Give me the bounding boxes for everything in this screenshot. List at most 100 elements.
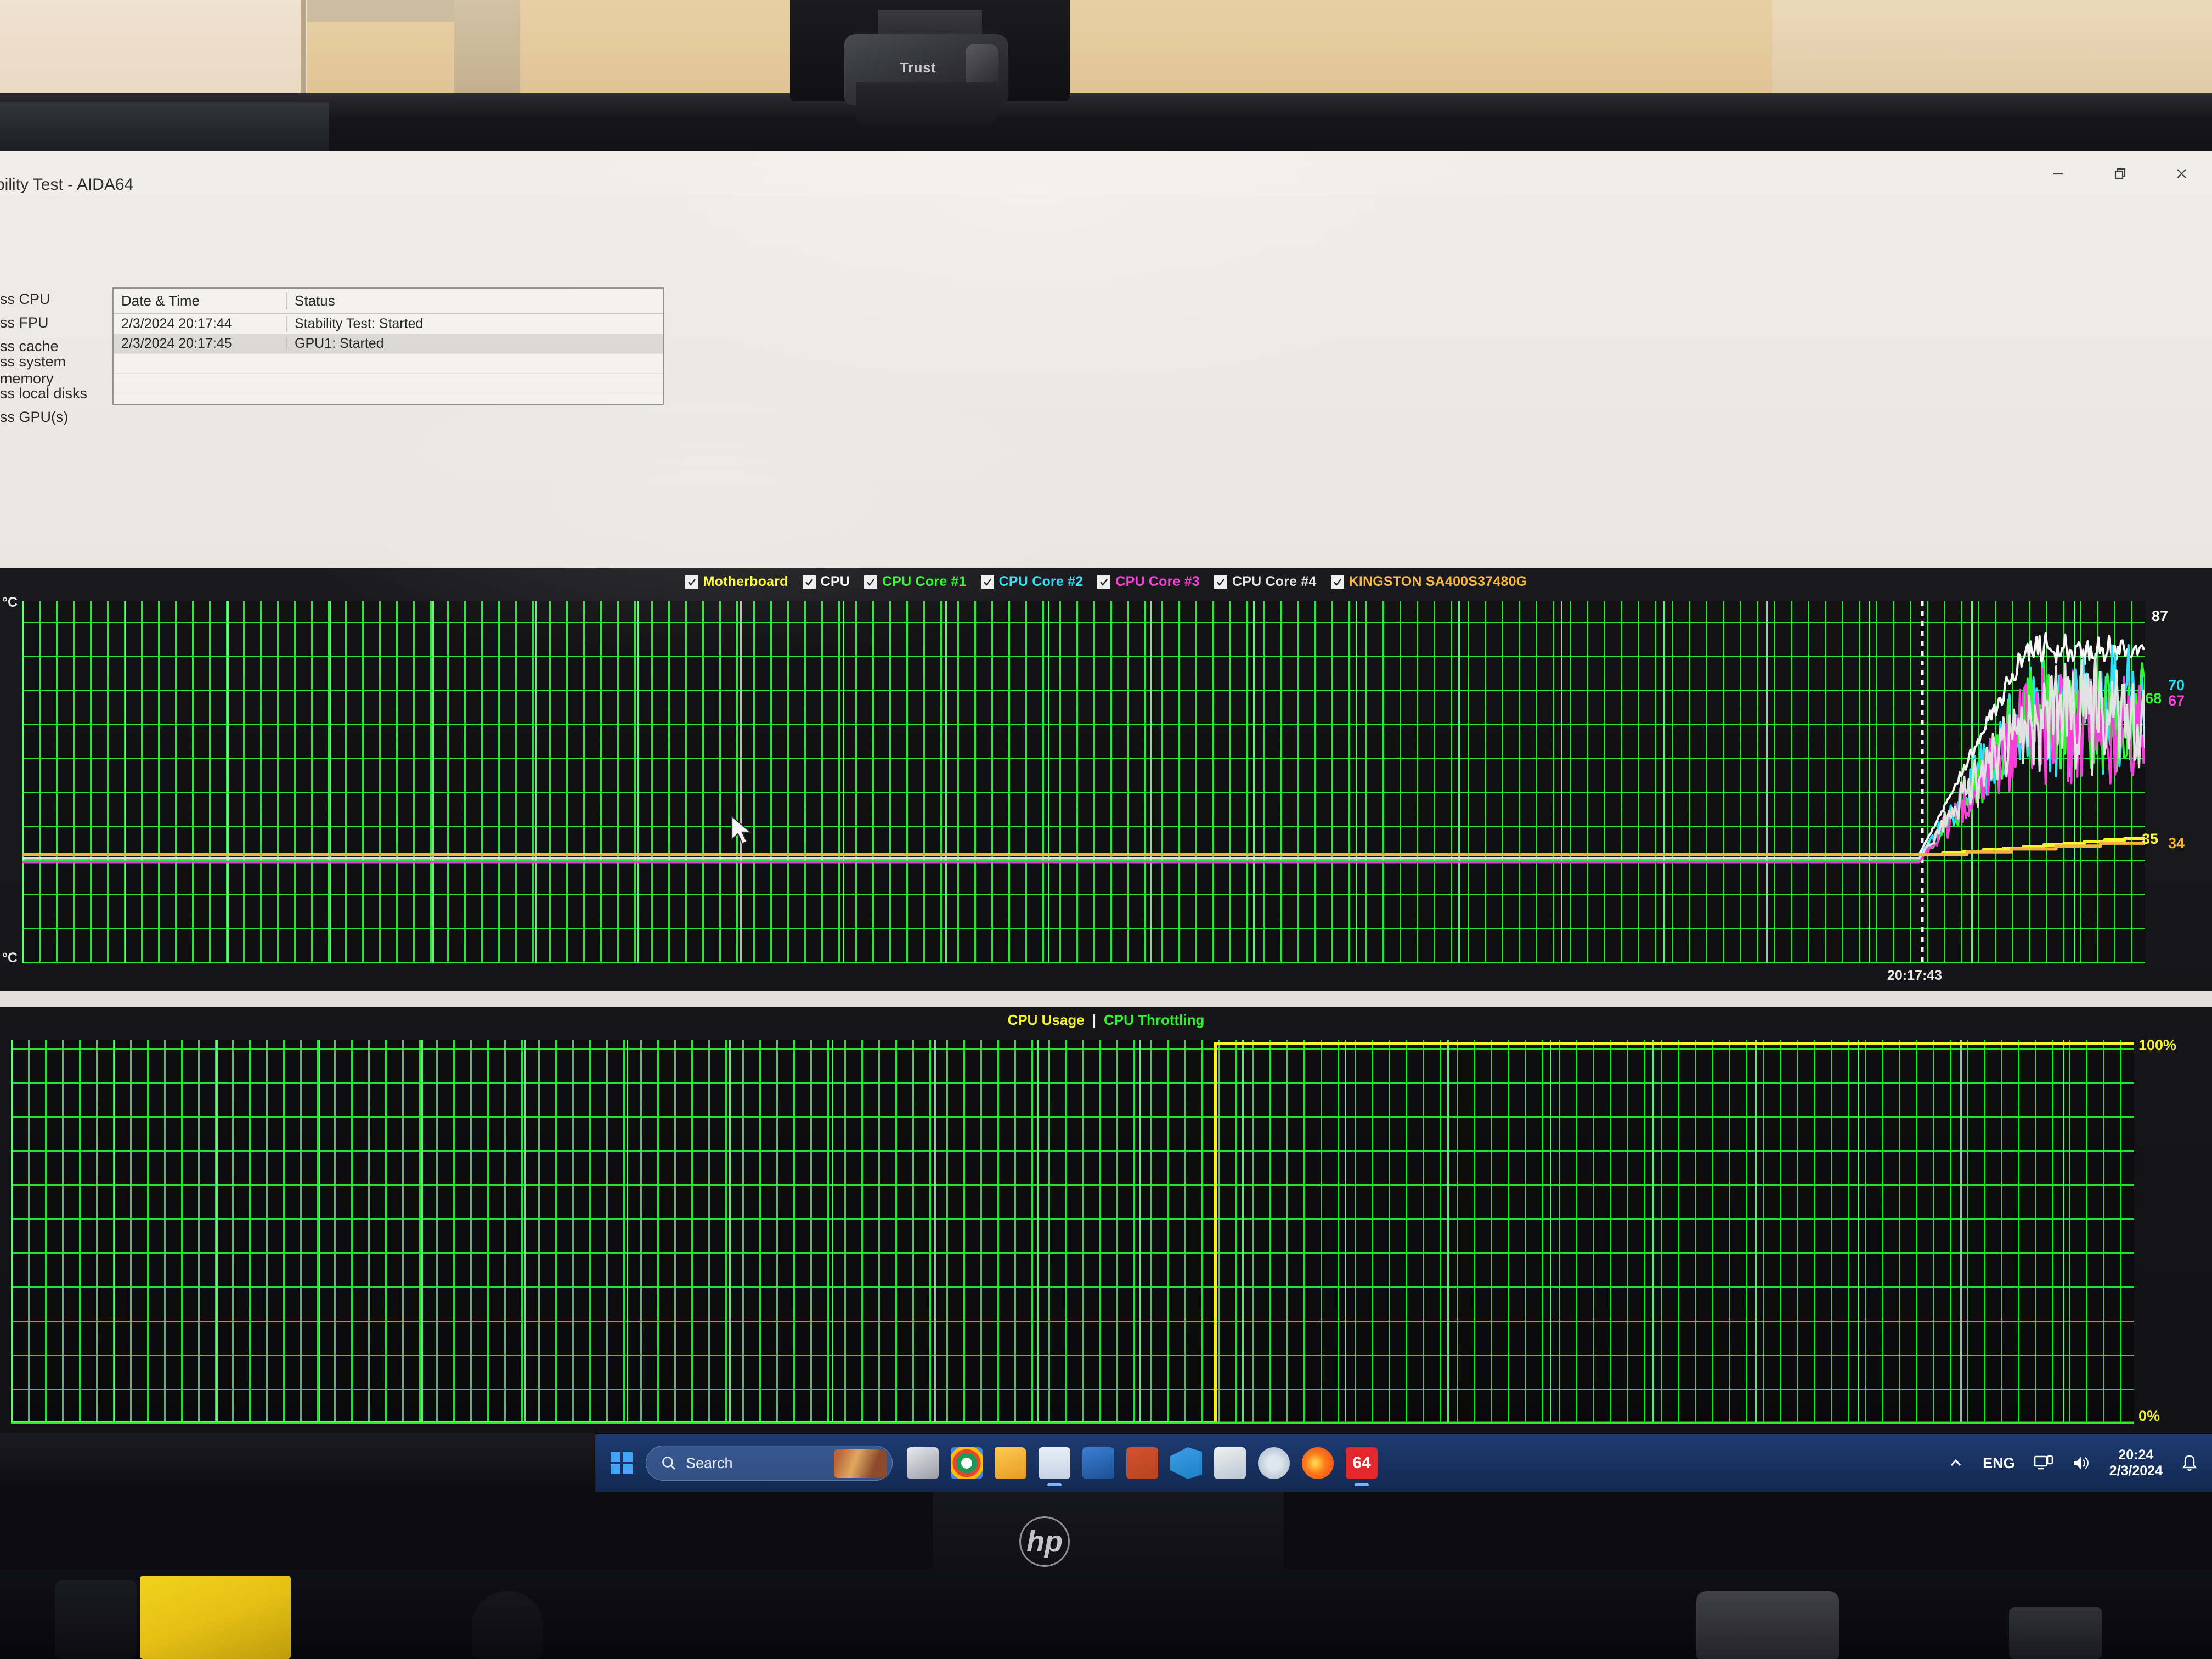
legend-label: CPU xyxy=(820,574,850,589)
cpu-usage-series-svg xyxy=(11,1042,2134,1424)
value-label-cpu: 87 xyxy=(2152,608,2169,624)
language-indicator[interactable]: ENG xyxy=(1983,1455,2015,1472)
minimize-icon[interactable] xyxy=(2028,151,2089,195)
desk-object-cable-left xyxy=(55,1580,137,1659)
legend-label: CPU Core #4 xyxy=(1232,574,1317,589)
clock-date: 2/3/2024 xyxy=(2109,1463,2163,1479)
legend-item-kingston-ssd[interactable]: KINGSTON SA400S37480G xyxy=(1330,574,1527,590)
restore-icon[interactable] xyxy=(2089,151,2151,195)
value-label-kingston: 34 xyxy=(2168,835,2185,851)
checkbox-checked-icon[interactable] xyxy=(1097,575,1111,589)
checkbox-checked-icon[interactable] xyxy=(980,575,994,589)
legend-item-cpu-core-4[interactable]: CPU Core #4 xyxy=(1214,574,1317,590)
taskbar-clock[interactable]: 20:24 2/3/2024 xyxy=(2109,1447,2163,1480)
powershell-icon[interactable] xyxy=(1082,1447,1114,1479)
cell-status: Stability Test: Started xyxy=(286,315,663,332)
firefox-icon[interactable] xyxy=(1302,1447,1334,1479)
temp-axis-label-bottom: °C xyxy=(2,950,18,966)
desk-object-yellow-item xyxy=(140,1576,291,1659)
legend-separator: | xyxy=(1092,1012,1096,1028)
temperature-plot-area[interactable] xyxy=(22,601,2145,963)
network-monitor-icon[interactable] xyxy=(2034,1454,2053,1472)
system-tray: ENG 20:24 2/3/2024 xyxy=(1948,1447,2212,1480)
cpu-usage-line xyxy=(11,1042,2134,1424)
volume-icon[interactable] xyxy=(2072,1455,2091,1471)
column-header-status: Status xyxy=(286,292,663,309)
webcam-base xyxy=(856,82,997,126)
sidebar-item-label: ss FPU xyxy=(0,314,49,331)
sidebar-item-label: ss CPU xyxy=(0,291,50,307)
chrome-icon[interactable] xyxy=(951,1447,983,1479)
aida64-icon[interactable]: 64 xyxy=(1346,1447,1378,1479)
file-explorer-icon[interactable] xyxy=(995,1447,1026,1479)
wall-fixture xyxy=(454,0,520,101)
table-row[interactable]: 2/3/2024 20:17:45 GPU1: Started xyxy=(114,334,663,353)
task-view-icon[interactable] xyxy=(907,1447,939,1479)
cpu-usage-graph-panel: CPU Usage | CPU Throttling 100% 0% xyxy=(0,1007,2212,1433)
legend-label-cpu-usage[interactable]: CPU Usage xyxy=(1008,1012,1085,1029)
checkbox-checked-icon[interactable] xyxy=(685,575,698,589)
taskbar-app-icons: 64 xyxy=(907,1447,1378,1479)
sidebar-item-system-memory[interactable]: ss system memory xyxy=(0,353,115,387)
cpu-axis-label-bottom: 0% xyxy=(2138,1408,2160,1424)
table-row[interactable]: 2/3/2024 20:17:44 Stability Test: Starte… xyxy=(114,314,663,334)
wall-shadow-upper xyxy=(307,0,461,22)
checkbox-checked-icon[interactable] xyxy=(1330,575,1344,589)
search-icon xyxy=(662,1457,675,1470)
legend-item-cpu-core-2[interactable]: CPU Core #2 xyxy=(980,574,1084,590)
search-placeholder: Search xyxy=(686,1454,733,1471)
sidebar-item-cpu[interactable]: ss CPU xyxy=(0,287,115,311)
desk-object-cable-mid xyxy=(472,1591,543,1659)
webcam-brand-logo: Trust xyxy=(900,59,936,76)
monitor-bottom-bezel-left xyxy=(0,1433,595,1493)
cpu-graph-legend: CPU Usage | CPU Throttling xyxy=(0,1012,2212,1029)
legend-label: CPU Core #2 xyxy=(998,574,1084,589)
cell-datetime: 2/3/2024 20:17:45 xyxy=(121,335,232,351)
table-empty-row xyxy=(114,393,663,413)
legend-item-cpu[interactable]: CPU xyxy=(802,574,850,590)
legend-item-motherboard[interactable]: Motherboard xyxy=(685,574,788,590)
window-titlebar: bility Test - AIDA64 xyxy=(0,151,2212,195)
search-thumbnail-image xyxy=(834,1449,887,1478)
table-empty-row xyxy=(114,373,663,393)
stress-options-sidebar: ss CPU ss FPU ss cache ss system memory … xyxy=(0,287,115,429)
temp-series-cpu-core-4 xyxy=(22,653,2145,860)
legend-label: CPU Core #3 xyxy=(1115,574,1200,589)
event-log-table: Date & Time Status 2/3/2024 20:17:44 Sta… xyxy=(112,287,664,405)
monitor-top-bezel-left xyxy=(0,102,329,159)
clock-time: 20:24 xyxy=(2118,1447,2154,1463)
taskbar-search-box[interactable]: Search xyxy=(646,1446,893,1481)
vscode-icon[interactable] xyxy=(1170,1447,1202,1479)
notification-bell-icon[interactable] xyxy=(2181,1454,2198,1472)
chevron-up-icon[interactable] xyxy=(1948,1455,1964,1471)
checkbox-checked-icon[interactable] xyxy=(802,575,816,589)
table-header-row: Date & Time Status xyxy=(114,289,663,314)
temperature-graph-panel: Motherboard CPU CPU Core #1 CPU Core #2 … xyxy=(0,568,2212,991)
value-label-core1: 68 xyxy=(2145,690,2162,707)
start-button-icon[interactable] xyxy=(607,1449,636,1477)
time-axis-label: 20:17:43 xyxy=(1887,968,1943,983)
cpu-axis-label-top: 100% xyxy=(2138,1037,2177,1053)
temp-series-kingston-sa400s37480g xyxy=(22,840,2145,856)
legend-item-cpu-core-3[interactable]: CPU Core #3 xyxy=(1097,574,1200,590)
taskbar-left-group: Search xyxy=(595,1446,893,1481)
sidebar-item-gpus[interactable]: ss GPU(s) xyxy=(0,405,115,429)
desk-object-right xyxy=(1696,1591,1839,1659)
temp-series-cpu-core-3 xyxy=(22,668,2145,864)
legend-label-cpu-throttling[interactable]: CPU Throttling xyxy=(1104,1012,1204,1029)
legend-label: Motherboard xyxy=(703,574,788,589)
value-label-core2: 70 xyxy=(2168,677,2185,693)
cell-status: GPU1: Started xyxy=(286,335,663,352)
steam-icon[interactable] xyxy=(1258,1447,1290,1479)
window-controls xyxy=(2028,151,2212,195)
column-header-datetime: Date & Time xyxy=(121,292,200,309)
performance-monitor-icon[interactable] xyxy=(1039,1447,1070,1479)
close-icon[interactable] xyxy=(2151,151,2212,195)
legend-item-cpu-core-1[interactable]: CPU Core #1 xyxy=(864,574,967,590)
sidebar-item-fpu[interactable]: ss FPU xyxy=(0,311,115,335)
powerpoint-icon[interactable] xyxy=(1126,1447,1158,1479)
checkbox-checked-icon[interactable] xyxy=(864,575,878,589)
cpu-usage-plot-area[interactable] xyxy=(11,1040,2134,1424)
notes-app-icon[interactable] xyxy=(1214,1447,1246,1479)
checkbox-checked-icon[interactable] xyxy=(1214,575,1227,589)
